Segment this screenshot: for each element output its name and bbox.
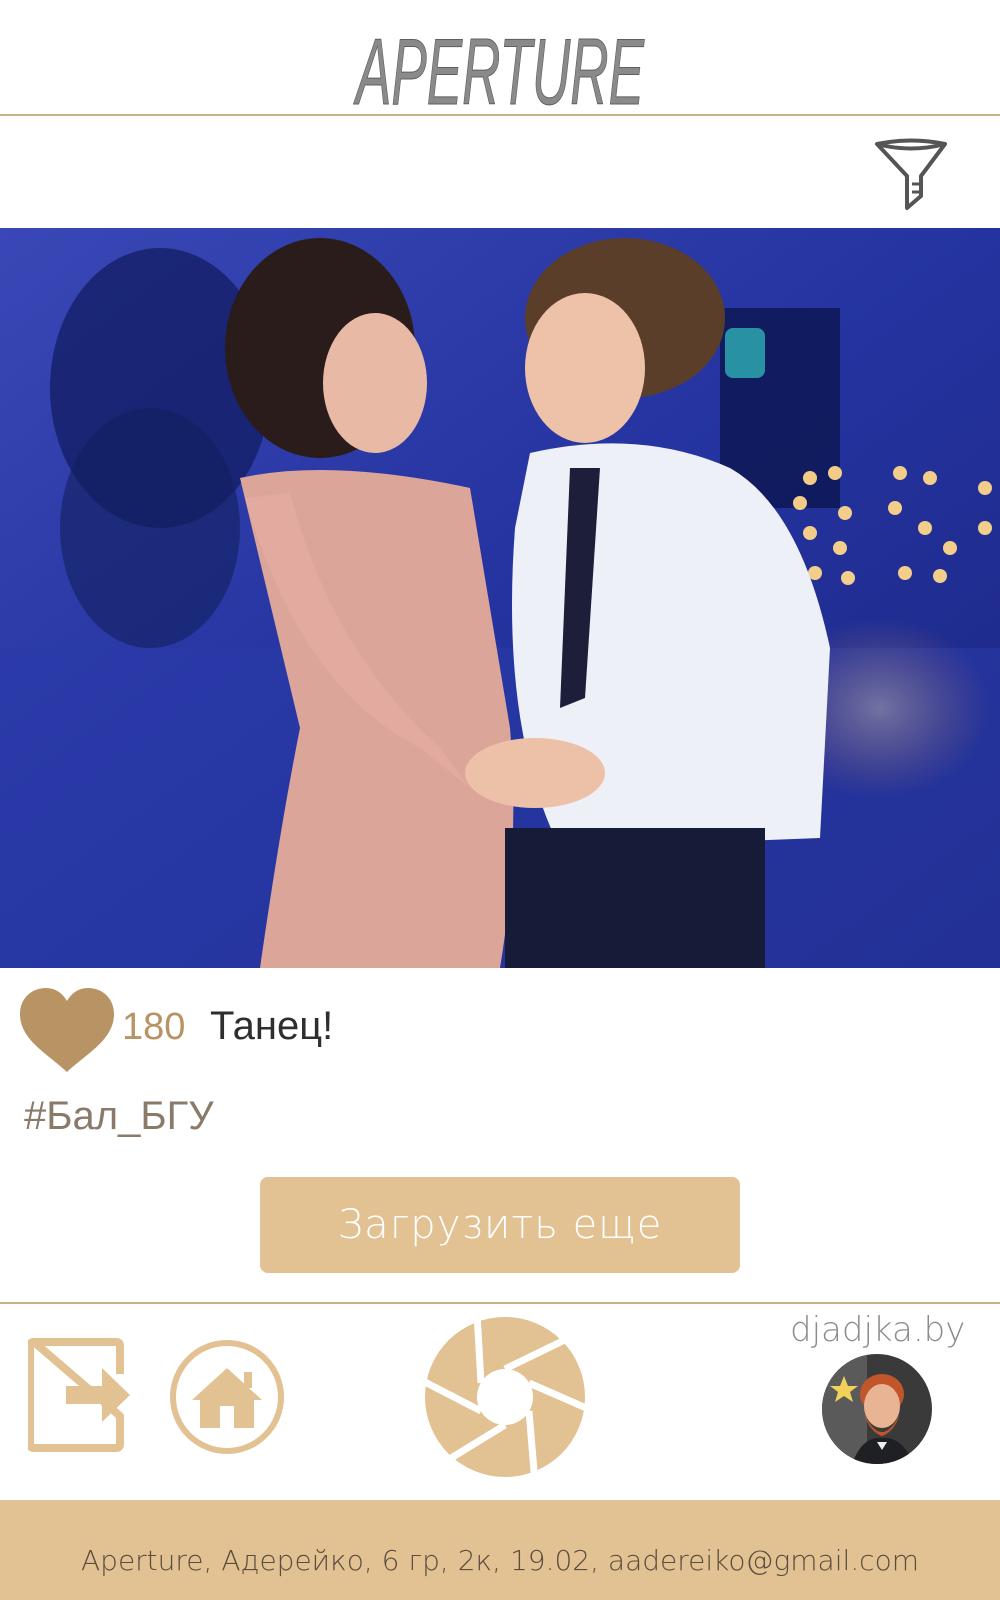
post-photo[interactable]	[0, 228, 1000, 968]
aperture-icon[interactable]	[417, 1312, 595, 1484]
filter-funnel-icon[interactable]	[873, 136, 949, 212]
app-header: APERTURE	[0, 0, 1000, 116]
heart-icon[interactable]	[20, 988, 114, 1074]
filter-bar	[0, 116, 1000, 228]
post-hashtag[interactable]: #Бал_БГУ	[24, 1094, 214, 1139]
home-icon[interactable]	[168, 1338, 286, 1456]
page-footer: Aperture, Адерейко, 6 гр, 2к, 19.02, aad…	[0, 1500, 1000, 1600]
avatar[interactable]	[822, 1354, 932, 1464]
logo-text: APERTURE	[353, 19, 645, 114]
logout-icon[interactable]	[26, 1338, 132, 1452]
dance-photo-image	[0, 228, 1000, 968]
site-link[interactable]: djadjka.by	[790, 1310, 965, 1350]
bottom-nav: djadjka.by	[0, 1302, 1000, 1500]
like-count: 180	[122, 1006, 186, 1048]
post-title: Танец!	[210, 1004, 334, 1048]
load-more-button[interactable]: Загрузить еще	[260, 1177, 740, 1273]
footer-credits: Aperture, Адерейко, 6 гр, 2к, 19.02, aad…	[81, 1544, 919, 1577]
app-logo[interactable]: APERTURE	[0, 0, 1000, 115]
post-meta: 180 Танец! #Бал_БГУ Загрузить еще	[0, 968, 1000, 1308]
